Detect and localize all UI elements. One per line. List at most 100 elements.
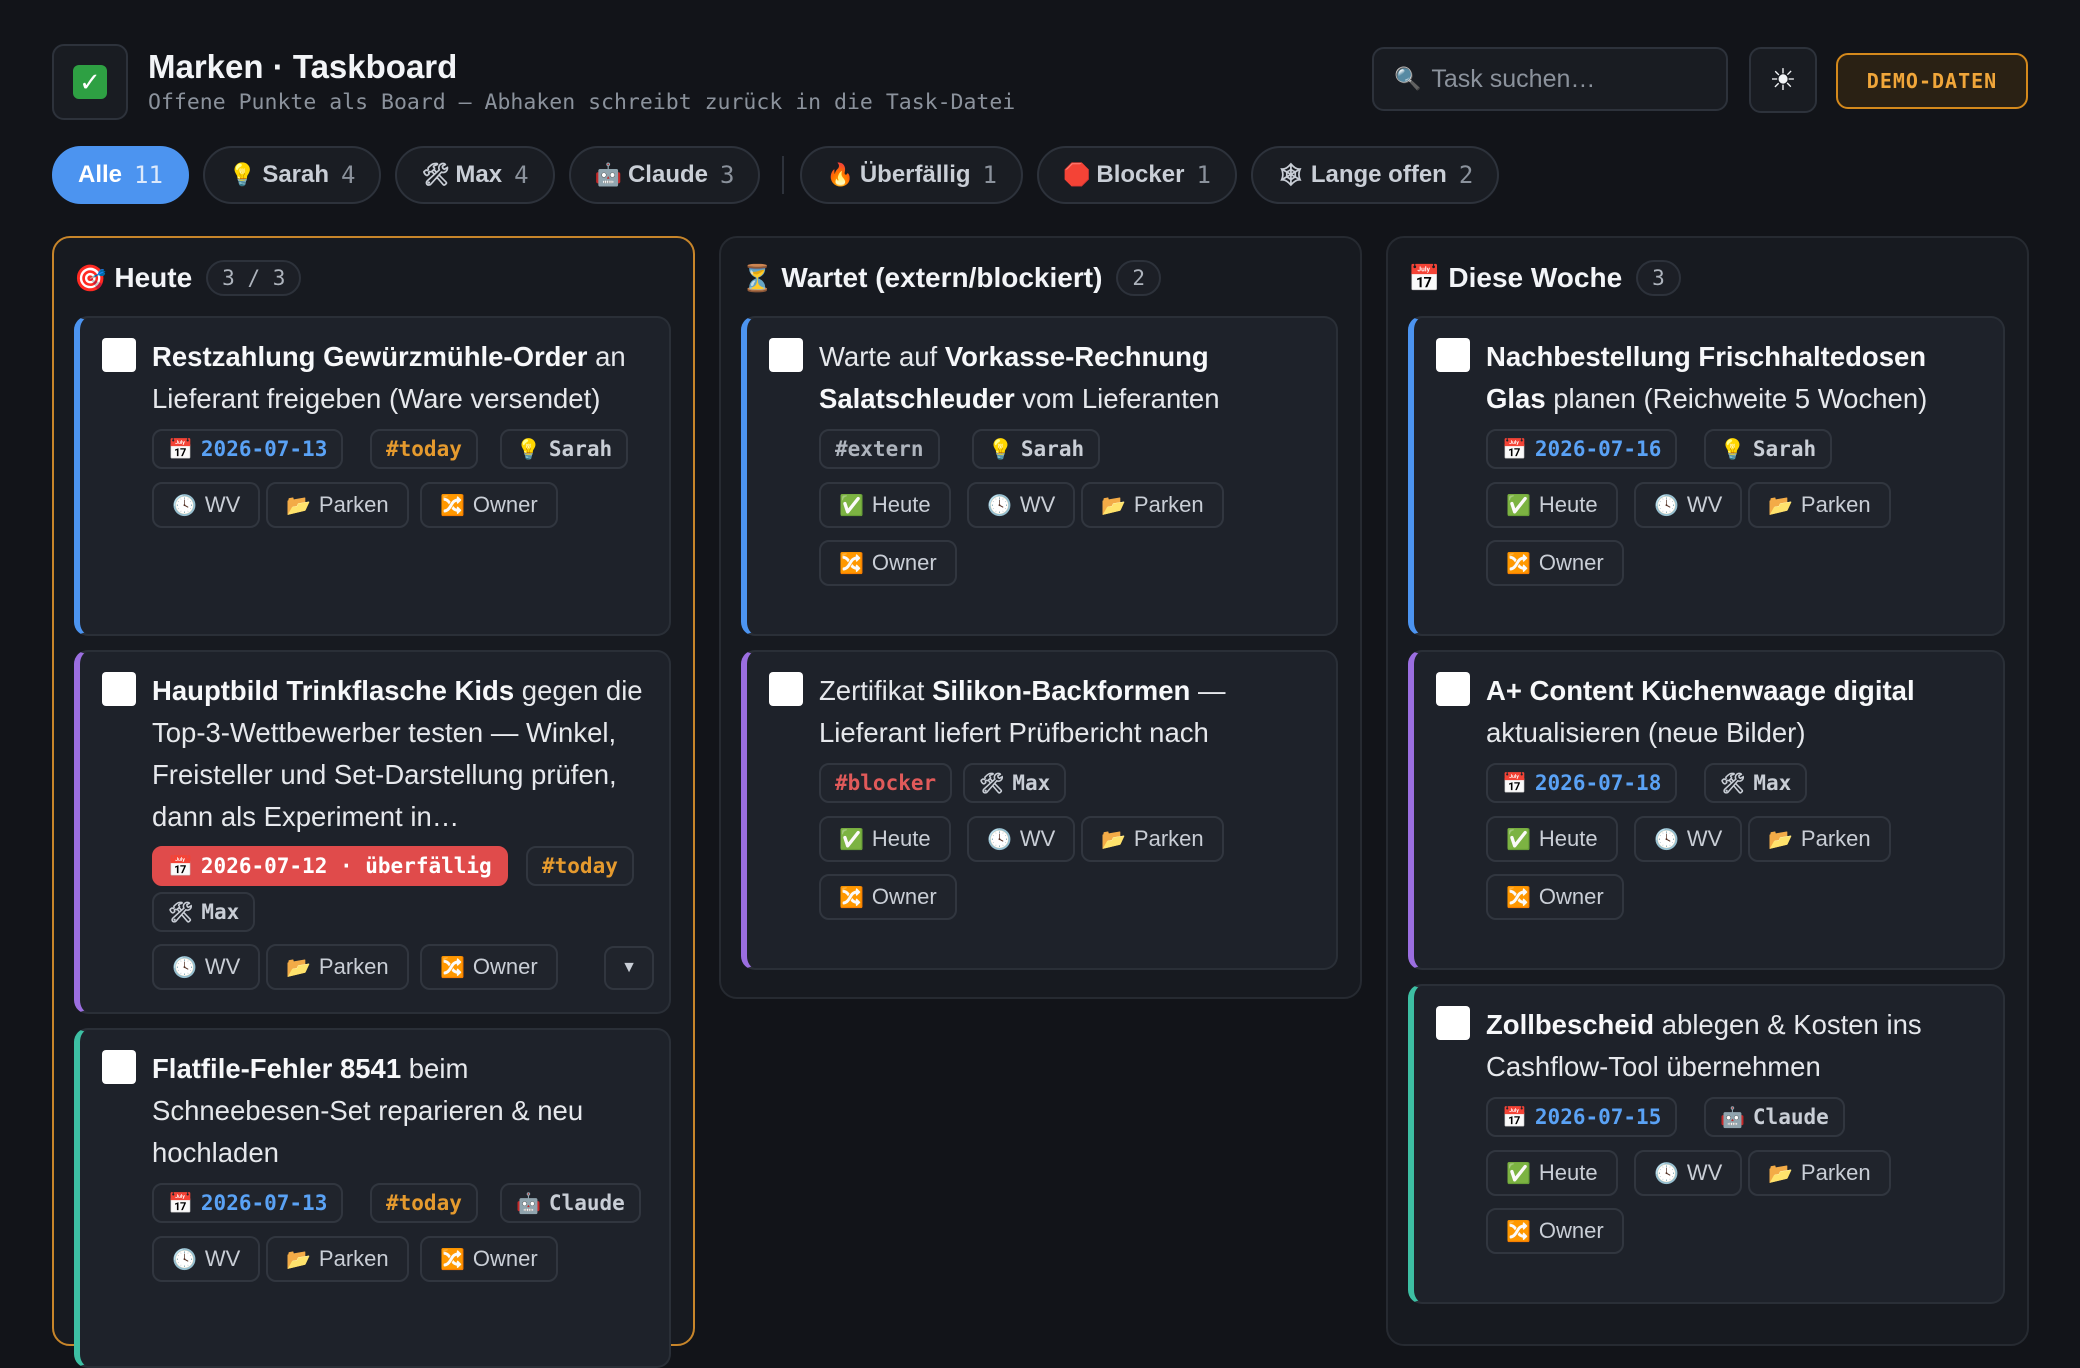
clock-icon: 🕓 <box>172 1248 197 1271</box>
action-label: Parken <box>318 492 389 517</box>
action-owner-button[interactable]: 🔀 Owner <box>420 1236 558 1282</box>
search-box[interactable]: 🔍 <box>1372 47 1728 111</box>
task-card[interactable]: Zertifikat Silikon-Backformen — Lieferan… <box>741 650 1338 970</box>
owner-name: Sarah <box>548 437 613 461</box>
due-date-tag: 📅 2026-07-18 <box>1486 763 1678 803</box>
action-label: Owner <box>1538 1218 1604 1243</box>
stop-sign-icon: 🛑 <box>1062 162 1091 187</box>
task-text: Hauptbild Trinkflasche Kids gegen die To… <box>152 670 652 838</box>
task-text: Zollbescheid ablegen & Kosten ins Cashfl… <box>1486 1004 1986 1088</box>
owner-tag: 💡 Sarah <box>500 429 629 469</box>
due-date-value: 2026-07-16 <box>1534 437 1662 461</box>
filter-all[interactable]: Alle 11 <box>52 146 189 204</box>
action-label: Heute <box>1538 492 1598 517</box>
task-title-bold: A+ Content Küchenwaage digital <box>1486 675 1915 706</box>
task-card[interactable]: Flatfile-Fehler 8541 beim Schneebesen-Se… <box>74 1028 671 1368</box>
action-parken-button[interactable]: 📂 Parken <box>266 1236 409 1282</box>
action-wv-button[interactable]: 🕓 WV <box>152 482 261 528</box>
task-text: Restzahlung Gewürzmühle-Order an Liefera… <box>152 336 652 420</box>
action-owner-button[interactable]: 🔀 Owner <box>1486 1208 1624 1254</box>
task-card[interactable]: Zollbescheid ablegen & Kosten ins Cashfl… <box>1408 984 2005 1304</box>
filter-bar: Alle 11 💡 Sarah 4 🛠 Max 4 🤖 Claude 3 🔥 Ü… <box>52 145 1513 205</box>
filter-sarah[interactable]: 💡 Sarah 4 <box>202 146 382 204</box>
action-label: Parken <box>1133 826 1204 851</box>
task-checkbox[interactable] <box>769 338 803 372</box>
action-wv-button[interactable]: 🕓 WV <box>152 944 261 990</box>
action-owner-button[interactable]: 🔀 Owner <box>1486 540 1624 586</box>
action-heute-button[interactable]: ✅ Heute <box>1486 482 1618 528</box>
owner-tag: 💡 Sarah <box>972 429 1101 469</box>
action-owner-button[interactable]: 🔀 Owner <box>1486 874 1624 920</box>
action-label: WV <box>204 1246 241 1271</box>
task-card[interactable]: Nachbestellung Frischhaltedosen Glas pla… <box>1408 316 2005 636</box>
column-title: Heute <box>114 262 193 293</box>
owner-name: Claude <box>1752 1105 1829 1129</box>
action-owner-button[interactable]: 🔀 Owner <box>420 482 558 528</box>
action-parken-button[interactable]: 📂 Parken <box>266 482 409 528</box>
demo-data-button[interactable]: DEMO-DATEN <box>1836 53 2028 109</box>
filter-claude[interactable]: 🤖 Claude 3 <box>568 146 761 204</box>
action-parken-button[interactable]: 📂 Parken <box>1748 482 1891 528</box>
task-card[interactable]: Warte auf Vorkasse-Rechnung Salatschleud… <box>741 316 1338 636</box>
task-title-pre: Zertifikat <box>819 675 933 706</box>
task-card[interactable]: Restzahlung Gewürzmühle-Order an Liefera… <box>74 316 671 636</box>
action-label: WV <box>204 954 241 979</box>
clock-icon: 🕓 <box>987 828 1012 851</box>
task-checkbox[interactable] <box>102 338 136 372</box>
filter-max[interactable]: 🛠 Max 4 <box>395 146 555 204</box>
task-checkbox[interactable] <box>769 672 803 706</box>
task-title-rest: planen (Reichweite 5 Wochen) <box>1545 383 1928 414</box>
action-wv-button[interactable]: 🕓 WV <box>1634 482 1743 528</box>
action-label: Heute <box>871 826 931 851</box>
action-parken-button[interactable]: 📂 Parken <box>1748 816 1891 862</box>
shuffle-icon: 🔀 <box>1506 552 1531 575</box>
theme-toggle-button[interactable]: ☀ <box>1749 47 1817 113</box>
task-checkbox[interactable] <box>102 1050 136 1084</box>
tag-today: #today <box>526 846 634 886</box>
task-checkbox[interactable] <box>1436 338 1470 372</box>
action-parken-button[interactable]: 📂 Parken <box>1748 1150 1891 1196</box>
action-parken-button[interactable]: 📂 Parken <box>1081 482 1224 528</box>
task-card[interactable]: Hauptbild Trinkflasche Kids gegen die To… <box>74 650 671 1014</box>
folder-icon: 📂 <box>286 956 311 979</box>
robot-icon: 🤖 <box>516 1191 541 1215</box>
action-wv-button[interactable]: 🕓 WV <box>152 1236 261 1282</box>
action-owner-button[interactable]: 🔀 Owner <box>819 874 957 920</box>
filter-count: 4 <box>341 161 356 189</box>
task-checkbox[interactable] <box>1436 672 1470 706</box>
action-heute-button[interactable]: ✅ Heute <box>1486 816 1618 862</box>
tag-today: #today <box>370 1183 478 1223</box>
task-card[interactable]: A+ Content Küchenwaage digital aktualisi… <box>1408 650 2005 970</box>
action-heute-button[interactable]: ✅ Heute <box>1486 1150 1618 1196</box>
filter-blocker[interactable]: 🛑 Blocker 1 <box>1036 146 1237 204</box>
action-owner-button[interactable]: 🔀 Owner <box>420 944 558 990</box>
action-label: Heute <box>1538 1160 1598 1185</box>
action-heute-button[interactable]: ✅ Heute <box>819 816 951 862</box>
column-heute: 🎯 Heute 3 / 3 Restzahlung Gewürzmühle-Or… <box>52 236 695 1368</box>
action-wv-button[interactable]: 🕓 WV <box>967 482 1076 528</box>
action-owner-button[interactable]: 🔀 Owner <box>819 540 957 586</box>
owner-tag: 💡 Sarah <box>1704 429 1833 469</box>
owner-name: Max <box>1753 771 1792 795</box>
filter-overdue[interactable]: 🔥 Überfällig 1 <box>800 146 1023 204</box>
action-wv-button[interactable]: 🕓 WV <box>1634 816 1743 862</box>
action-wv-button[interactable]: 🕓 WV <box>967 816 1076 862</box>
action-wv-button[interactable]: 🕓 WV <box>1634 1150 1743 1196</box>
task-checkbox[interactable] <box>102 672 136 706</box>
action-label: Owner <box>871 550 937 575</box>
owner-tag: 🤖 Claude <box>500 1183 641 1223</box>
task-checkbox[interactable] <box>1436 1006 1470 1040</box>
action-heute-button[interactable]: ✅ Heute <box>819 482 951 528</box>
action-parken-button[interactable]: 📂 Parken <box>1081 816 1224 862</box>
search-input[interactable] <box>1431 64 1692 94</box>
action-label: Parken <box>1800 826 1871 851</box>
owner-name: Max <box>201 900 240 924</box>
robot-icon: 🤖 <box>594 162 622 187</box>
fire-icon: 🔥 <box>826 162 854 187</box>
task-text: Nachbestellung Frischhaltedosen Glas pla… <box>1486 336 1986 420</box>
due-date-tag: 📅 2026-07-16 <box>1486 429 1678 469</box>
expand-button[interactable]: ▼ <box>604 946 654 990</box>
filter-long-open[interactable]: 🕸 Lange offen 2 <box>1250 146 1500 204</box>
action-parken-button[interactable]: 📂 Parken <box>266 944 409 990</box>
check-mark-icon: ✅ <box>1506 1162 1531 1185</box>
